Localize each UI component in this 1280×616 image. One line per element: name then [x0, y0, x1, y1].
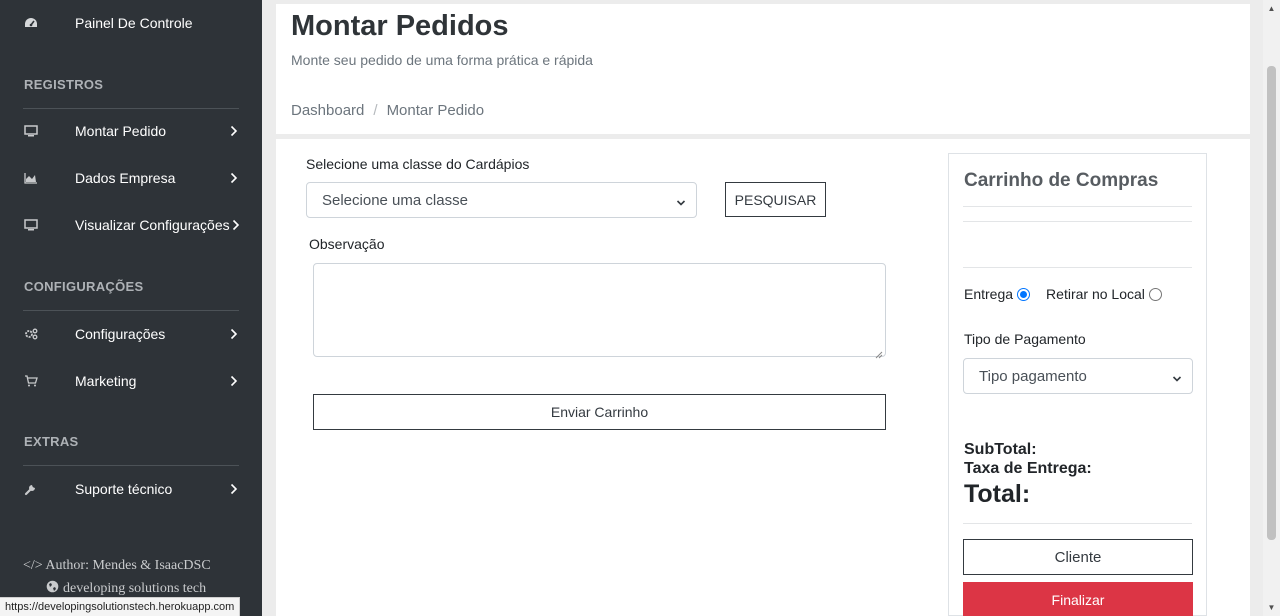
cart-title: Carrinho de Compras [964, 170, 1159, 191]
scroll-up-arrow-icon[interactable]: ▲ [1267, 4, 1276, 13]
note-textarea[interactable] [313, 263, 886, 359]
chevron-right-icon [230, 481, 240, 497]
area-chart-icon [23, 170, 39, 186]
sidebar-divider [23, 310, 239, 311]
delivery-radio[interactable] [1017, 287, 1031, 301]
page-header: Montar Pedidos Monte seu pedido de uma f… [276, 4, 1250, 134]
footer-company[interactable]: developing solutions tech [46, 580, 206, 598]
sidebar-item-visualizar-configuracoes[interactable]: Visualizar Configurações [0, 205, 262, 245]
chevron-right-icon [230, 326, 240, 342]
globe-icon [46, 580, 59, 598]
chevron-right-icon [230, 373, 240, 389]
sidebar-item-configuracoes[interactable]: Configurações [0, 314, 262, 354]
sidebar-divider [23, 465, 239, 466]
wrench-icon [23, 481, 39, 497]
payment-type-label: Tipo de Pagamento [964, 331, 1086, 347]
delivery-options: Entrega Retirar no Local [964, 286, 1162, 302]
chevron-right-icon [230, 123, 240, 139]
sidebar-item-label: Marketing [75, 373, 137, 389]
client-button[interactable]: Cliente [963, 539, 1193, 575]
cart-divider [963, 523, 1192, 524]
breadcrumb-current: Montar Pedido [386, 102, 485, 119]
sidebar-item-suporte-tecnico[interactable]: Suporte técnico [0, 469, 262, 509]
chevron-right-icon [232, 217, 242, 233]
shopping-cart-panel: Carrinho de Compras Entrega Retirar no L… [948, 153, 1207, 616]
sidebar-item-montar-pedido[interactable]: Montar Pedido [0, 111, 262, 151]
monitor-icon [23, 217, 39, 233]
page-scrollbar[interactable]: ▲ ▼ [1263, 0, 1280, 616]
payment-type-select[interactable]: Tipo pagamento [963, 358, 1193, 394]
breadcrumb-separator: / [373, 102, 378, 119]
sidebar-divider [23, 108, 239, 109]
sidebar-item-marketing[interactable]: Marketing [0, 361, 262, 401]
status-bar-url: https://developingsolutionstech.herokuap… [0, 597, 241, 616]
page-title: Montar Pedidos [291, 10, 509, 42]
total-label: Total: [964, 480, 1031, 508]
cart-divider [963, 267, 1192, 268]
class-select-value: Selecione uma classe [322, 191, 468, 209]
send-cart-button[interactable]: Enviar Carrinho [313, 394, 886, 430]
gears-icon [23, 326, 39, 342]
finalize-button[interactable]: Finalizar [963, 582, 1193, 616]
cart-divider [963, 221, 1192, 222]
pickup-option-label: Retirar no Local [1046, 286, 1145, 302]
cart-divider [963, 206, 1192, 207]
monitor-icon [23, 123, 39, 139]
payment-select-value: Tipo pagamento [979, 367, 1087, 385]
scrollbar-thumb[interactable] [1267, 66, 1276, 540]
chevron-down-icon [676, 195, 686, 206]
sidebar-item-label: Montar Pedido [75, 123, 167, 139]
page-subtitle: Monte seu pedido de uma forma prática e … [291, 52, 593, 68]
sidebar-item-dashboard[interactable]: Painel De Controle [0, 3, 262, 43]
resize-grip-icon[interactable] [875, 346, 883, 359]
delivery-fee-label: Taxa de Entrega: [964, 460, 1092, 477]
sidebar-item-label: Visualizar Configurações [75, 217, 230, 233]
footer-author: </> Author: Mendes & IsaacDSC [23, 558, 211, 573]
delivery-option-label: Entrega [964, 286, 1014, 302]
section-heading-registros: REGISTROS [24, 77, 104, 92]
sidebar: Painel De Controle REGISTROS Montar Pedi… [0, 0, 262, 616]
search-button[interactable]: PESQUISAR [725, 182, 826, 217]
section-heading-configuracoes: CONFIGURAÇÕES [24, 279, 144, 294]
footer-company-label: developing solutions tech [63, 581, 207, 596]
sidebar-item-dados-empresa[interactable]: Dados Empresa [0, 158, 262, 198]
class-select[interactable]: Selecione uma classe [306, 182, 697, 218]
breadcrumb-dashboard[interactable]: Dashboard [291, 102, 364, 119]
pickup-radio[interactable] [1148, 287, 1162, 301]
sidebar-item-label: Suporte técnico [75, 481, 173, 497]
cart-icon [23, 373, 39, 389]
note-label: Observação [309, 236, 385, 252]
sidebar-item-label: Dados Empresa [75, 170, 176, 186]
sidebar-item-label: Configurações [75, 326, 166, 342]
sidebar-item-label: Painel De Controle [75, 15, 193, 31]
scroll-down-arrow-icon[interactable]: ▼ [1267, 603, 1276, 612]
class-select-label: Selecione uma classe do Cardápios [306, 156, 530, 172]
chevron-down-icon [1172, 371, 1182, 382]
breadcrumb: Dashboard / Montar Pedido [291, 102, 484, 119]
subtotal-label: SubTotal: [964, 441, 1037, 458]
dashboard-gauge-icon [23, 15, 39, 31]
section-heading-extras: EXTRAS [24, 434, 79, 449]
chevron-right-icon [230, 170, 240, 186]
